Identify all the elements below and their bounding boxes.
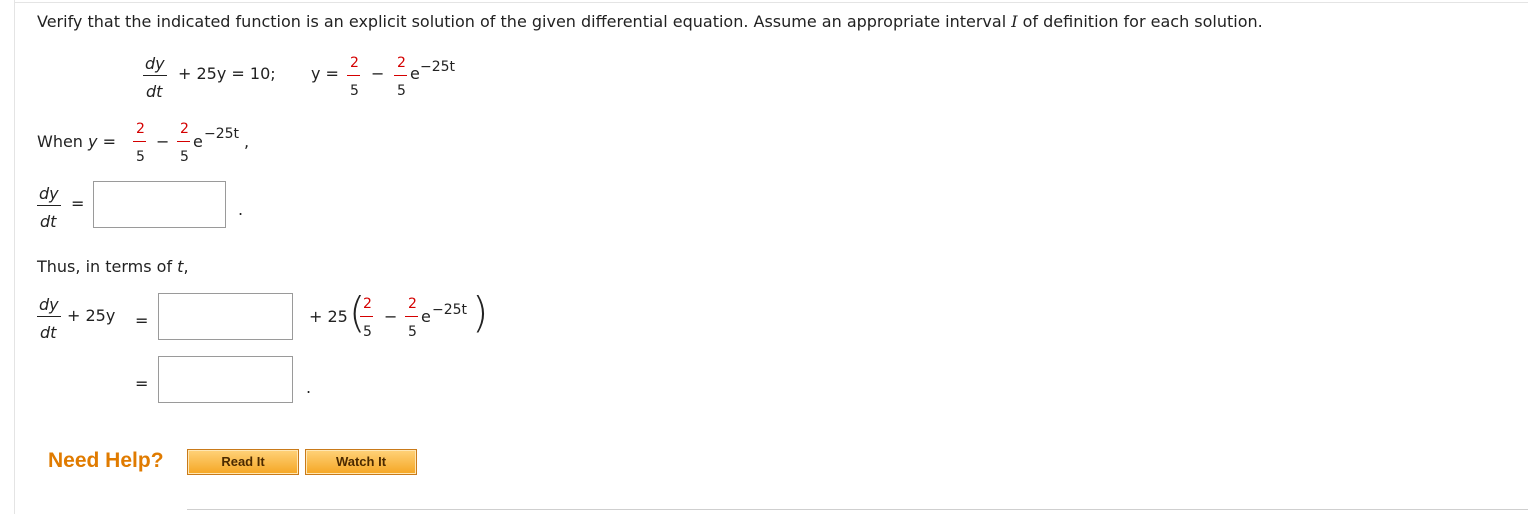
step2-e: e: [421, 307, 431, 326]
step1-fraction-bar: [37, 205, 61, 206]
thus-line: Thus, in terms of t,: [37, 259, 189, 275]
step2-minus: −: [384, 307, 398, 326]
step2-den-1: 5: [363, 324, 372, 340]
when-bar-2: [177, 141, 190, 142]
instructions: Verify that the indicated function is an…: [37, 14, 1263, 30]
step2-dt: dt: [40, 323, 57, 342]
when-y: y: [88, 132, 98, 151]
eq-bar-1: [347, 75, 360, 76]
instructions-text-b: of definition for each solution.: [1017, 12, 1263, 31]
frame-bottom-border: [187, 509, 1528, 510]
eq-lhs-rest: + 25y = 10;: [178, 64, 276, 83]
when-den-2: 5: [180, 149, 189, 165]
step2-num-1: 2: [363, 296, 372, 312]
step2-den-2: 5: [408, 324, 417, 340]
when-bar-1: [133, 141, 146, 142]
when-prefix: When y =: [37, 132, 116, 151]
when-den-1: 5: [136, 149, 145, 165]
when-num-1: 2: [136, 121, 145, 137]
when-e: e: [193, 132, 203, 151]
step3-equals: =: [135, 374, 149, 393]
step3-period: .: [306, 378, 312, 397]
frame-top-border: [14, 2, 1528, 3]
step1-period: .: [238, 200, 244, 219]
read-it-button[interactable]: Read It: [187, 449, 299, 475]
right-paren: ): [472, 288, 489, 337]
need-help-label: Need Help?: [48, 449, 164, 472]
step2-plus-25: + 25: [309, 307, 348, 326]
step1-dt: dt: [40, 212, 57, 231]
thus-text-a: Thus, in terms of: [37, 257, 178, 276]
step2-equals: =: [135, 311, 149, 330]
eq-den-1: 5: [350, 83, 359, 99]
watch-it-button[interactable]: Watch It: [305, 449, 417, 475]
when-minus: −: [156, 132, 170, 151]
eq-den-2: 5: [397, 83, 406, 99]
question-page: Verify that the indicated function is an…: [0, 0, 1528, 514]
step2-bar-1: [360, 316, 373, 317]
step2-bar-2: [405, 316, 418, 317]
step2-dy: dy: [39, 295, 59, 314]
when-num-2: 2: [180, 121, 189, 137]
eq-e: e: [410, 64, 420, 83]
step1-dy: dy: [39, 184, 59, 203]
eq-y-equals: y =: [311, 64, 339, 83]
when-exponent: −25t: [204, 126, 240, 142]
frame-left-border: [14, 0, 15, 514]
step2-exponent: −25t: [432, 302, 468, 318]
dydt-answer-input[interactable]: [93, 181, 226, 228]
eq-num-2: 2: [397, 55, 406, 71]
thus-text-b: ,: [183, 257, 189, 276]
simplified-answer-input[interactable]: [158, 356, 293, 403]
step2-num-2: 2: [408, 296, 417, 312]
instructions-text-a: Verify that the indicated function is an…: [37, 12, 1012, 31]
eq-dt: dt: [146, 82, 163, 101]
eq-exponent: −25t: [420, 59, 456, 75]
eq-num-1: 2: [350, 55, 359, 71]
derivative-term-answer-input[interactable]: [158, 293, 293, 340]
eq-bar-2: [394, 75, 407, 76]
eq-dy: dy: [145, 54, 165, 73]
eq-fraction-bar: [143, 75, 167, 76]
eq-minus: −: [371, 64, 385, 83]
when-eq: =: [97, 132, 116, 151]
when-comma: ,: [244, 132, 250, 151]
step1-equals: =: [71, 194, 85, 213]
step2-fraction-bar: [37, 316, 61, 317]
step2-lhs-rest: + 25y: [67, 306, 116, 325]
